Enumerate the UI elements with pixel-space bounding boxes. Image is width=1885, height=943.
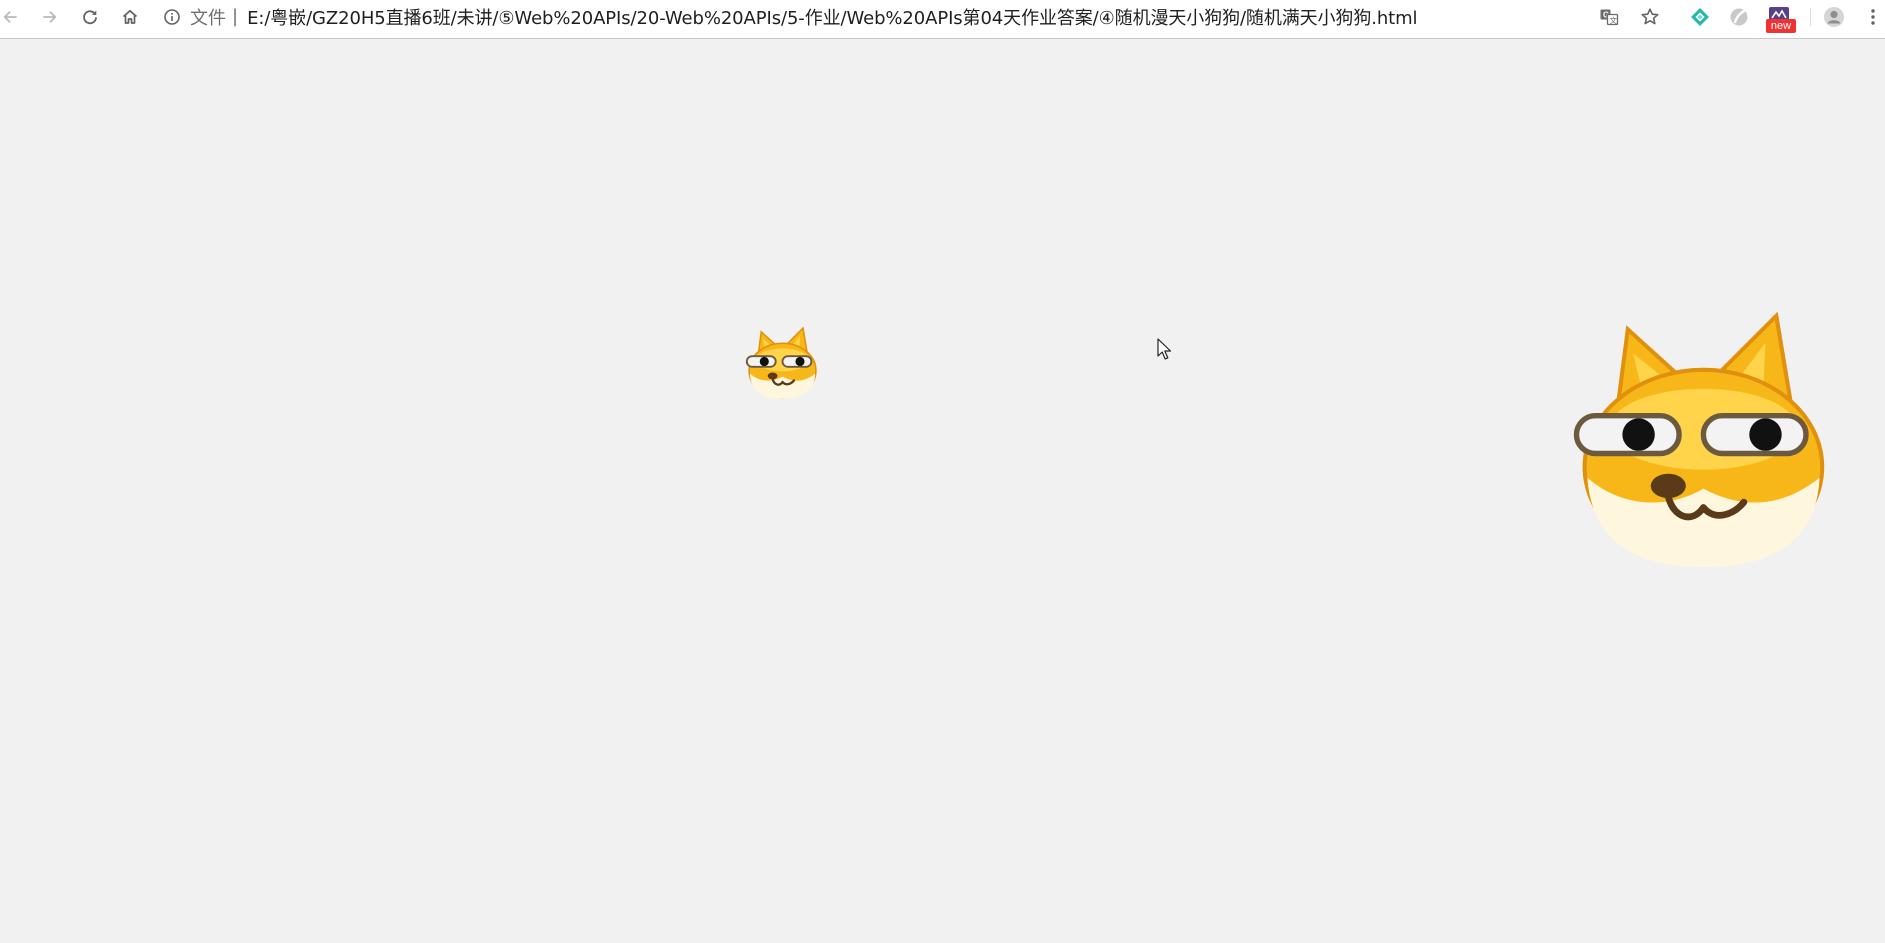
reload-button[interactable] bbox=[77, 4, 103, 30]
profile-button[interactable] bbox=[1821, 4, 1847, 30]
avatar-icon bbox=[1824, 7, 1844, 27]
arrow-right-icon bbox=[43, 11, 57, 23]
diamond-extension-icon bbox=[1691, 8, 1709, 26]
translate-icon: G 文 bbox=[1600, 9, 1619, 26]
address-bar[interactable]: 文件 | E:/粤嵌/GZ20H5直播6班/未讲/⑤Web%20APIs/20-… bbox=[162, 0, 1592, 33]
new-badge: new bbox=[1766, 19, 1796, 33]
mouse-pointer-icon bbox=[1157, 338, 1172, 360]
scheme-label: 文件 bbox=[190, 7, 226, 29]
toolbar-divider bbox=[1810, 8, 1811, 26]
doge-emoji-icon bbox=[1573, 311, 1825, 567]
arrow-left-icon bbox=[3, 11, 17, 23]
page-viewport bbox=[0, 39, 1885, 943]
star-icon bbox=[1641, 8, 1659, 25]
bookmark-button[interactable] bbox=[1637, 4, 1663, 30]
extension-2-button[interactable] bbox=[1726, 4, 1752, 30]
small-dog-image bbox=[745, 326, 817, 399]
kebab-menu-icon bbox=[1871, 9, 1875, 25]
gray-extension-icon bbox=[1730, 8, 1748, 26]
translate-button[interactable]: G 文 bbox=[1596, 4, 1622, 30]
back-button[interactable] bbox=[0, 4, 23, 30]
forward-button[interactable] bbox=[37, 4, 63, 30]
doge-emoji-icon bbox=[745, 326, 817, 399]
extension-1-button[interactable] bbox=[1687, 4, 1713, 30]
menu-button[interactable] bbox=[1862, 4, 1884, 30]
reload-icon bbox=[83, 10, 97, 25]
home-icon bbox=[122, 9, 138, 24]
scheme-separator: | bbox=[232, 6, 239, 27]
browser-toolbar: 文件 | E:/粤嵌/GZ20H5直播6班/未讲/⑤Web%20APIs/20-… bbox=[0, 0, 1885, 39]
home-button[interactable] bbox=[117, 4, 143, 30]
url-text[interactable]: E:/粤嵌/GZ20H5直播6班/未讲/⑤Web%20APIs/20-Web%2… bbox=[247, 4, 1417, 30]
svg-text:文: 文 bbox=[1610, 15, 1618, 25]
info-icon[interactable] bbox=[162, 7, 182, 27]
large-dog-image bbox=[1573, 311, 1825, 567]
